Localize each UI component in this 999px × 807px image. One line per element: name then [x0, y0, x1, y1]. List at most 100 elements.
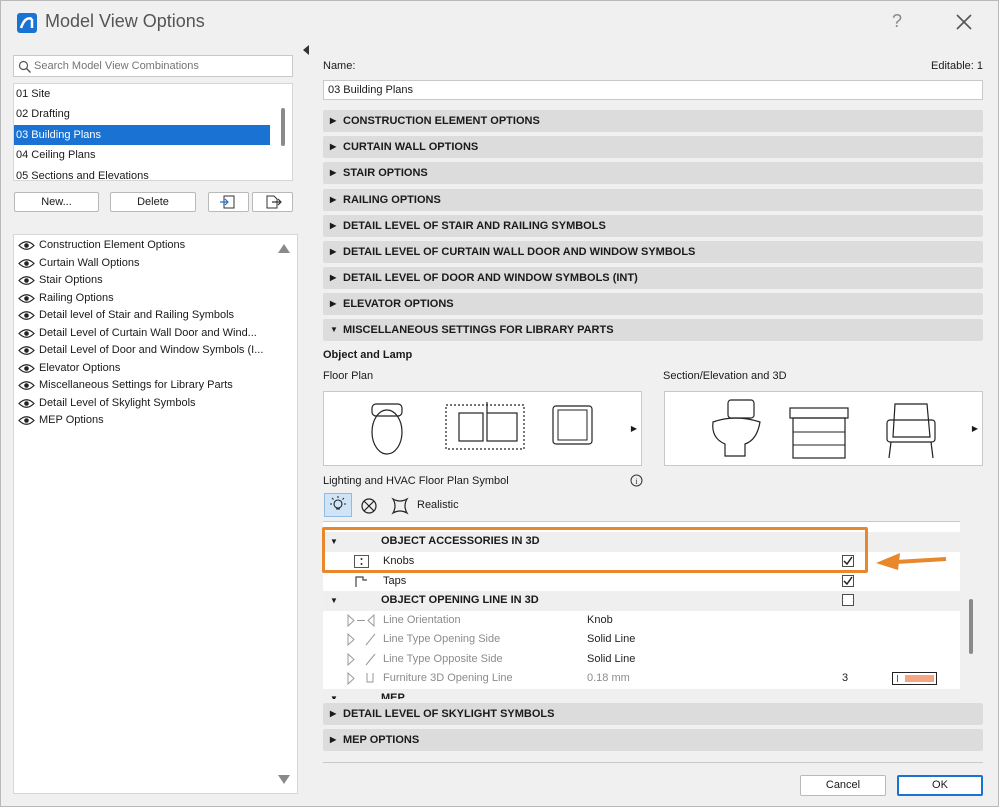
light-bulb-icon: [330, 496, 346, 510]
divider: [323, 762, 983, 763]
scroll-down-icon[interactable]: [278, 775, 290, 784]
eye-icon[interactable]: [18, 293, 35, 304]
section-skylight-symbols[interactable]: ▶ DETAIL LEVEL OF SKYLIGHT SYMBOLS: [323, 703, 983, 725]
realistic-symbol-icon[interactable]: [390, 496, 410, 516]
combination-item-selected[interactable]: 03 Building Plans: [14, 124, 270, 146]
name-field[interactable]: 03 Building Plans: [323, 80, 983, 100]
light-bulb-symbol-button[interactable]: [324, 493, 352, 517]
row-line-type-opposite-side[interactable]: Line Type Opposite Side Solid Line: [323, 650, 960, 670]
combination-item[interactable]: 01 Site: [14, 84, 270, 104]
import-icon: [220, 195, 235, 209]
option-label: Stair Options: [39, 274, 103, 286]
expand-arrow-icon: ▶: [330, 709, 337, 718]
section-curtain-wall[interactable]: ▶ CURTAIN WALL OPTIONS: [323, 136, 983, 158]
option-label: Construction Element Options: [39, 239, 186, 251]
combination-list[interactable]: 01 Site 02 Drafting 03 Building Plans 04…: [13, 83, 293, 181]
collapse-arrow-icon: ▼: [330, 596, 338, 605]
option-label: Detail Level of Skylight Symbols: [39, 396, 196, 409]
eye-icon[interactable]: [18, 380, 35, 391]
import-button[interactable]: [208, 192, 249, 212]
expand-arrow-icon: ▶: [330, 299, 337, 308]
row-line-orientation[interactable]: Line Orientation Knob: [323, 611, 960, 631]
export-button[interactable]: [252, 192, 293, 212]
row-furniture-3d-opening-line[interactable]: Furniture 3D Opening Line 0.18 mm 3: [323, 669, 960, 689]
option-label: Curtain Wall Options: [39, 256, 140, 269]
tap-icon: [355, 575, 367, 587]
eye-icon[interactable]: [18, 415, 35, 426]
editable-count: Editable: 1: [931, 60, 983, 72]
section-stair[interactable]: ▶ STAIR OPTIONS: [323, 162, 983, 184]
option-label: Detail Level of Curtain Wall Door and Wi…: [39, 326, 257, 339]
svg-text:i: i: [635, 477, 638, 486]
section-construction-element[interactable]: ▶ CONSTRUCTION ELEMENT OPTIONS: [323, 110, 983, 132]
taps-checkbox[interactable]: [842, 574, 854, 587]
eye-icon[interactable]: [18, 310, 35, 321]
option-label: Detail Level of Door and Window Symbols …: [39, 344, 264, 356]
table-scrollbar[interactable]: [969, 599, 973, 654]
ok-button[interactable]: OK: [897, 775, 983, 796]
option-label: Detail level of Stair and Railing Symbol…: [39, 309, 235, 321]
eye-icon[interactable]: [18, 240, 35, 251]
eye-icon[interactable]: [18, 275, 35, 286]
pen-number: 3: [842, 672, 849, 684]
collapse-arrow-icon: ▼: [330, 693, 338, 700]
next-arrow-icon[interactable]: ▶: [972, 424, 978, 433]
combination-scrollbar[interactable]: [281, 108, 285, 146]
option-set-list[interactable]: Construction Element Options Curtain Wal…: [13, 234, 298, 794]
close-icon[interactable]: [953, 11, 975, 33]
archicad-logo-icon: [17, 13, 37, 33]
section-3d-preview[interactable]: ▶: [664, 391, 983, 466]
eye-icon[interactable]: [18, 363, 35, 374]
checkmark-icon: [843, 576, 853, 585]
floor-plan-label: Floor Plan: [323, 370, 374, 382]
section-mep-options[interactable]: ▶ MEP OPTIONS: [323, 729, 983, 751]
combination-item[interactable]: 02 Drafting: [14, 104, 270, 124]
section-3d-label: Section/Elevation and 3D: [663, 370, 787, 382]
delete-button[interactable]: Delete: [110, 192, 196, 212]
group-mep[interactable]: ▼ MEP: [323, 688, 960, 700]
floor-plan-preview[interactable]: ▶: [323, 391, 642, 466]
next-arrow-icon[interactable]: ▶: [631, 424, 637, 433]
row-taps[interactable]: Taps: [323, 572, 960, 592]
section-elevator[interactable]: ▶ ELEVATOR OPTIONS: [323, 293, 983, 315]
line-type-icon: [347, 652, 376, 666]
line-orientation-icon: [347, 613, 375, 627]
combination-item[interactable]: 05 Sections and Elevations: [14, 166, 270, 180]
option-label: Elevator Options: [39, 361, 121, 374]
eye-icon[interactable]: [18, 398, 35, 409]
section-stair-railing-symbols[interactable]: ▶ DETAIL LEVEL OF STAIR AND RAILING SYMBO…: [323, 215, 983, 237]
eye-icon[interactable]: [18, 328, 35, 339]
lighting-symbol-label: Lighting and HVAC Floor Plan Symbol: [323, 475, 509, 487]
search-box[interactable]: [13, 55, 293, 77]
opening-line-checkbox[interactable]: [842, 594, 854, 606]
section-railing[interactable]: ▶ RAILING OPTIONS: [323, 189, 983, 211]
pen-swatch[interactable]: [892, 672, 937, 685]
arrow-pointer-icon: [876, 553, 947, 570]
section-misc-library-parts[interactable]: ▼ MISCELLANEOUS SETTINGS FOR LIBRARY PART…: [323, 319, 983, 341]
expand-arrow-icon: ▶: [330, 168, 337, 177]
eye-icon[interactable]: [18, 345, 35, 356]
expand-arrow-icon: ▶: [330, 247, 337, 256]
search-input[interactable]: [34, 58, 284, 74]
floor-plan-symbols-icon: [371, 402, 593, 455]
collapse-arrow-icon: ▼: [330, 325, 338, 334]
combination-item[interactable]: 04 Ceiling Plans: [14, 145, 270, 165]
row-line-type-opening-side[interactable]: Line Type Opening Side Solid Line: [323, 630, 960, 650]
new-button[interactable]: New...: [14, 192, 99, 212]
option-label: MEP Options: [39, 414, 104, 426]
cancel-button[interactable]: Cancel: [800, 775, 886, 796]
help-icon[interactable]: ?: [889, 11, 905, 32]
expand-arrow-icon: ▶: [330, 142, 337, 151]
pen-icon: [347, 672, 374, 685]
scroll-up-icon[interactable]: [278, 244, 290, 253]
group-object-opening-line[interactable]: ▼ OBJECT OPENING LINE IN 3D: [323, 591, 960, 611]
option-label: Miscellaneous Settings for Library Parts: [39, 379, 233, 391]
crossed-circle-symbol-icon[interactable]: [360, 497, 378, 515]
eye-icon[interactable]: [18, 258, 35, 269]
info-icon[interactable]: i: [630, 474, 643, 487]
section-door-window-symbols[interactable]: ▶ DETAIL LEVEL OF DOOR AND WINDOW SYMBOLS…: [323, 267, 983, 289]
section-curtain-wall-door-window[interactable]: ▶ DETAIL LEVEL OF CURTAIN WALL DOOR AND W…: [323, 241, 983, 263]
title-bar: Model View Options ?: [1, 1, 998, 45]
collapse-pane-icon[interactable]: [303, 45, 309, 55]
expand-arrow-icon: ▶: [330, 221, 337, 230]
